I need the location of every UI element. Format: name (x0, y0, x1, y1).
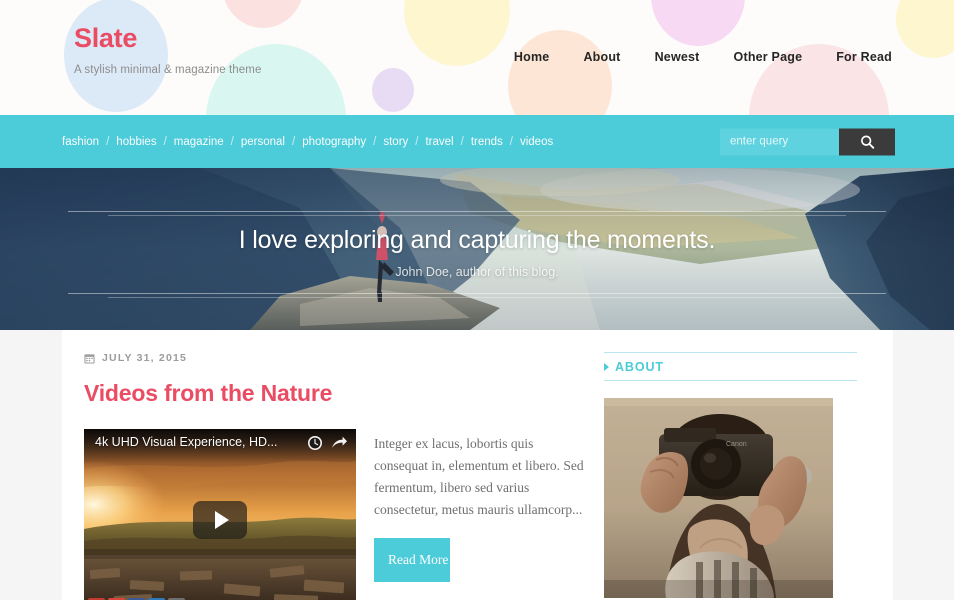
brand[interactable]: Slate A stylish minimal & magazine theme (74, 23, 262, 76)
content-panel: JULY 31, 2015 Videos from the Nature 4k … (62, 330, 893, 600)
category-magazine[interactable]: magazine (174, 136, 224, 148)
search-button[interactable] (839, 128, 895, 155)
hero-divider-top (68, 211, 886, 216)
hero-title: I love exploring and capturing the momen… (238, 226, 716, 254)
widget-header: ABOUT (604, 352, 857, 381)
search-form (720, 128, 895, 155)
search-input[interactable] (720, 128, 839, 155)
category-separator: / (415, 135, 419, 148)
category-fashion[interactable]: fashion (62, 136, 99, 148)
about-photo: Canon (604, 398, 833, 598)
widget-about: ABOUT Canon (604, 352, 857, 598)
category-hobbies[interactable]: hobbies (116, 136, 156, 148)
page-root: Slate A stylish minimal & magazine theme… (0, 0, 954, 600)
category-separator: / (292, 135, 296, 148)
category-links: fashion / hobbies / magazine / personal … (62, 136, 553, 148)
site-tagline: A stylish minimal & magazine theme (74, 63, 262, 76)
post-excerpt: Integer ex lacus, lobortis quis consequa… (374, 436, 584, 517)
category-videos[interactable]: videos (520, 136, 553, 148)
category-separator: / (163, 135, 167, 148)
category-travel[interactable]: travel (425, 136, 453, 148)
content-area: JULY 31, 2015 Videos from the Nature 4k … (0, 330, 954, 600)
site-title: Slate (74, 23, 138, 53)
search-icon (860, 135, 874, 149)
category-separator: / (106, 135, 110, 148)
main-navigation: Home About Newest Other Page For Read (497, 50, 892, 64)
widget-title: ABOUT (615, 360, 664, 374)
category-bar: fashion / hobbies / magazine / personal … (0, 115, 954, 168)
post-meta: JULY 31, 2015 (84, 352, 588, 364)
play-icon (214, 511, 229, 529)
caret-right-icon (604, 363, 609, 371)
video-top-bar: 4k UHD Visual Experience, HD... (84, 429, 356, 463)
category-story[interactable]: story (383, 136, 408, 148)
hero-text: I love exploring and capturing the momen… (0, 226, 954, 279)
share-icon[interactable] (331, 435, 348, 451)
hero-banner: I love exploring and capturing the momen… (0, 168, 954, 330)
nav-item-for-read[interactable]: For Read (819, 50, 892, 64)
hero-divider-bottom (68, 293, 886, 298)
category-separator: / (460, 135, 464, 148)
clock-icon[interactable] (307, 435, 323, 451)
category-separator: / (230, 135, 234, 148)
about-photo-image: Canon (604, 398, 833, 598)
post-article: JULY 31, 2015 Videos from the Nature 4k … (84, 352, 588, 600)
nav-item-other-page[interactable]: Other Page (717, 50, 820, 64)
post-text-column: Integer ex lacus, lobortis quis consequa… (374, 429, 588, 600)
nav-item-newest[interactable]: Newest (638, 50, 717, 64)
category-trends[interactable]: trends (471, 136, 503, 148)
main-column: JULY 31, 2015 Videos from the Nature 4k … (84, 352, 604, 600)
video-embed[interactable]: 4k UHD Visual Experience, HD... (84, 429, 356, 600)
video-title[interactable]: 4k UHD Visual Experience, HD... (95, 435, 299, 449)
play-button[interactable] (193, 501, 247, 539)
post-date: JULY 31, 2015 (102, 352, 188, 364)
site-header: Slate A stylish minimal & magazine theme… (0, 0, 954, 115)
category-photography[interactable]: photography (302, 136, 366, 148)
nav-item-home[interactable]: Home (497, 50, 567, 64)
category-separator: / (373, 135, 377, 148)
category-separator: / (509, 135, 513, 148)
category-personal[interactable]: personal (241, 136, 285, 148)
read-more-button[interactable]: Read More (374, 538, 450, 582)
calendar-icon (84, 353, 95, 364)
post-title[interactable]: Videos from the Nature (84, 380, 588, 407)
hero-subtitle: John Doe, author of this blog. (395, 265, 559, 279)
nav-item-about[interactable]: About (566, 50, 637, 64)
sidebar: ABOUT Canon (604, 352, 857, 600)
